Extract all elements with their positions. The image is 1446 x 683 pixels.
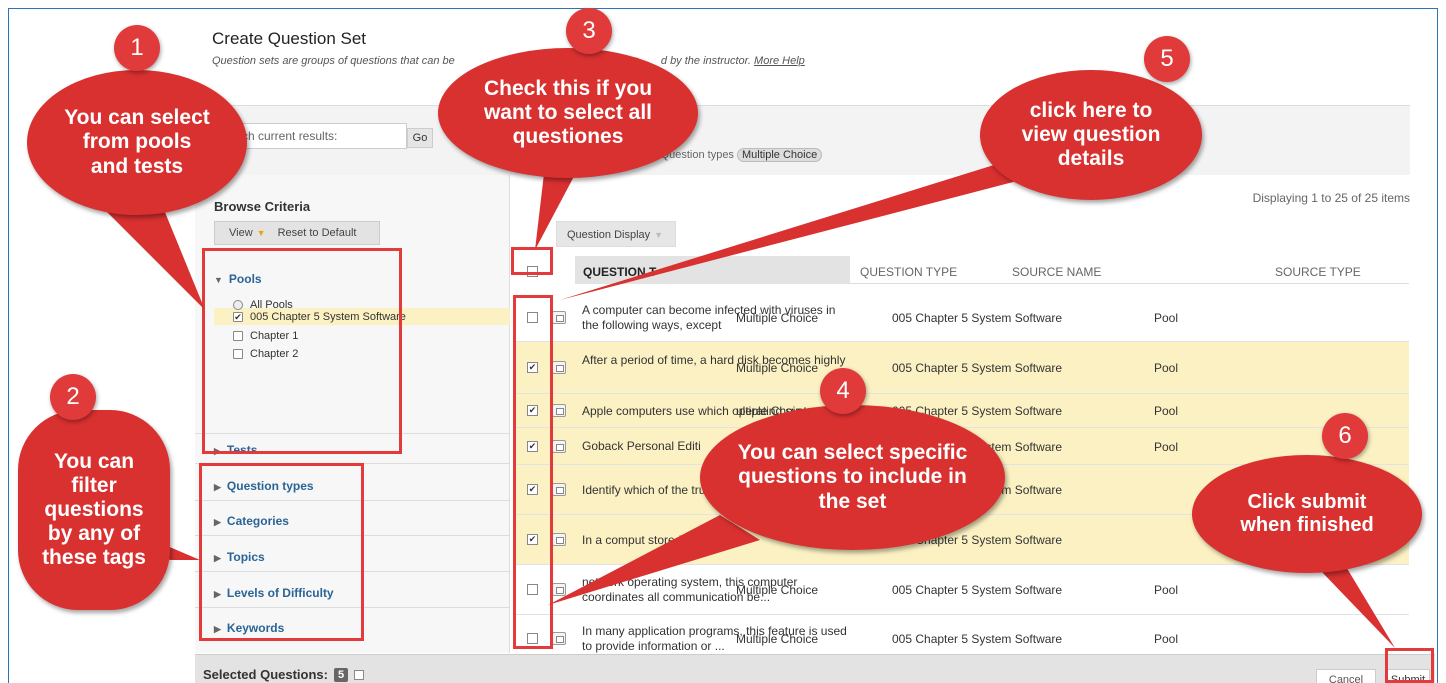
callout-3: Check this if you want to select all que…	[438, 48, 698, 178]
callout-pointer-5	[560, 160, 1040, 300]
callout-number-4: 4	[820, 368, 866, 414]
callout-number-6: 6	[1322, 413, 1368, 459]
callout-2: You can filter questions by any of these…	[18, 410, 170, 610]
callout-pointer-1	[100, 200, 205, 310]
callout-number-2: 2	[50, 374, 96, 420]
callout-pointer-6	[1320, 565, 1395, 648]
callout-4: You can select specific questions to inc…	[700, 405, 1005, 550]
callout-number-5: 5	[1144, 36, 1190, 82]
callout-number-1: 1	[114, 25, 160, 71]
callout-1: You can select from pools and tests	[27, 70, 247, 215]
callout-pointer-4	[548, 515, 760, 605]
callout-6: Click submit when finished	[1192, 455, 1422, 573]
callout-number-3: 3	[566, 8, 612, 54]
callout-5: click here to view question details	[980, 70, 1202, 200]
